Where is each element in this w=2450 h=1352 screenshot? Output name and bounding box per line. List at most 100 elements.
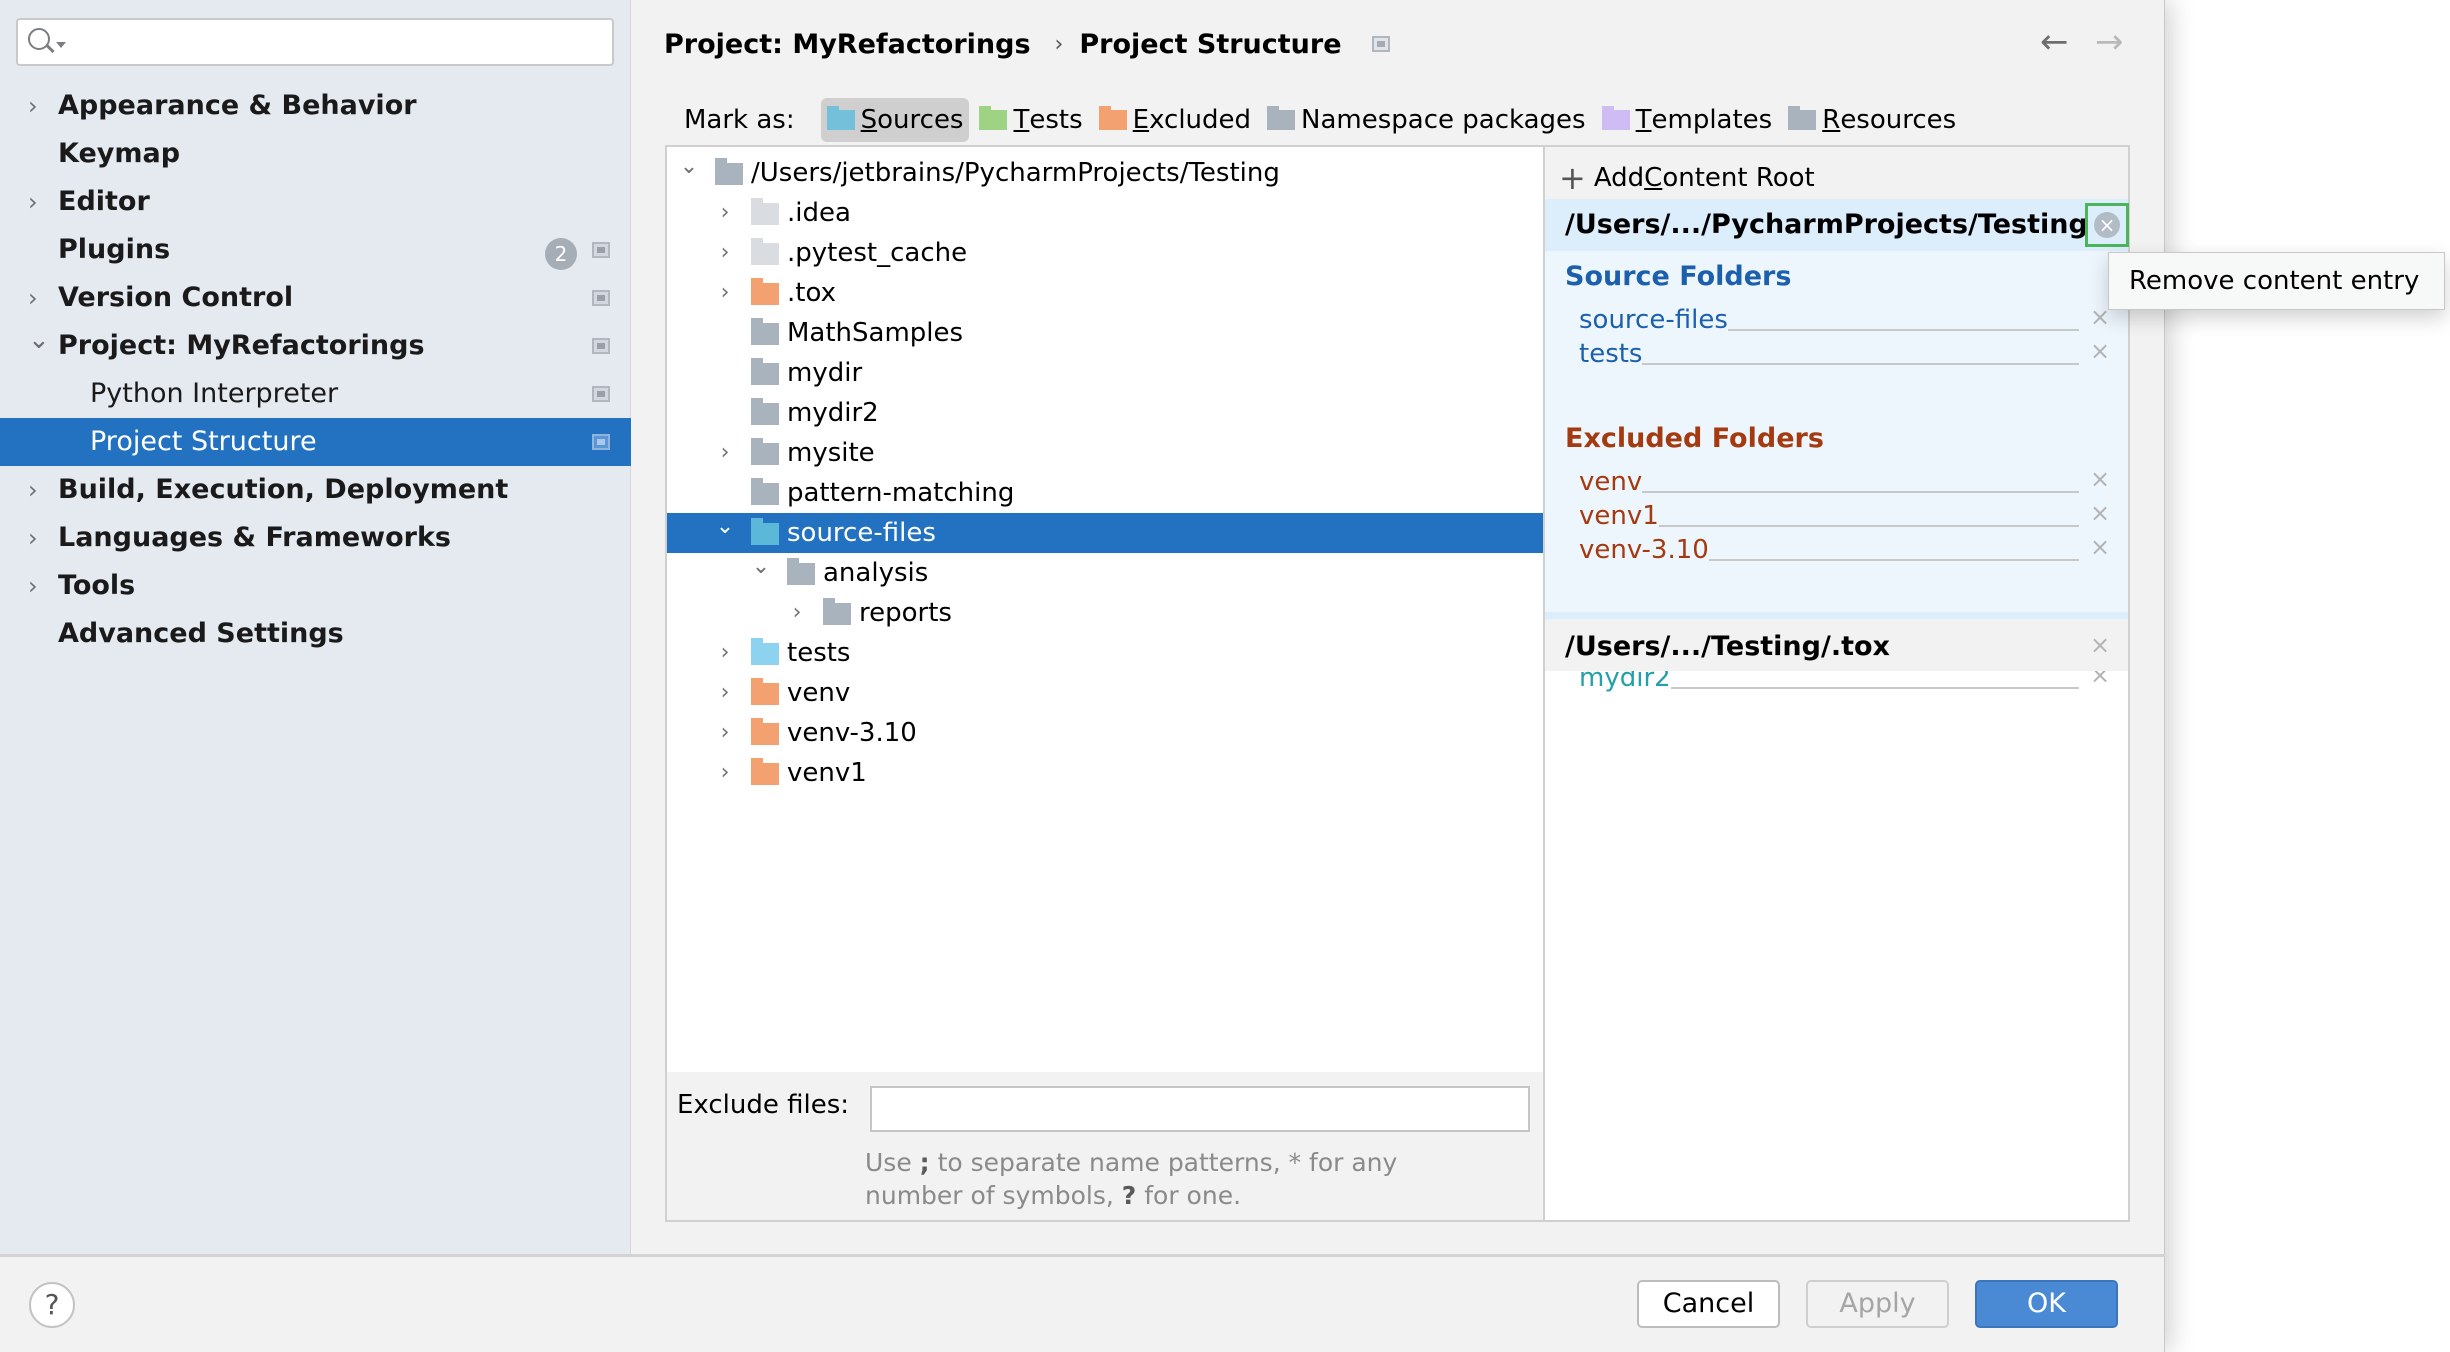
folder-entry[interactable]: tests xyxy=(1579,337,2079,371)
hint-text: Use xyxy=(865,1148,920,1177)
chevron-right-icon[interactable]: › xyxy=(715,633,735,673)
chevron-right-icon[interactable]: › xyxy=(28,82,48,130)
mark-as-button[interactable]: Resources xyxy=(1782,98,1962,142)
mark-as-button-label: emplates xyxy=(1651,105,1773,135)
back-arrow-icon[interactable]: ← xyxy=(2040,22,2069,62)
mark-as-button[interactable]: Namespace packages xyxy=(1261,98,1592,142)
exclude-files-input[interactable] xyxy=(870,1086,1530,1132)
tree-node[interactable]: › reports xyxy=(667,593,1543,633)
content-roots-panel: + Add C ontent Root /Users/.../PycharmPr… xyxy=(1545,145,2130,1222)
entry-underline xyxy=(1658,499,2079,527)
tree-node[interactable]: ⌄ analysis xyxy=(667,553,1543,593)
tree-node[interactable]: mydir2 xyxy=(667,393,1543,433)
chevron-right-icon[interactable]: › xyxy=(715,433,735,473)
tree-node[interactable]: › venv xyxy=(667,673,1543,713)
mnemonic-letter: T xyxy=(1635,105,1652,135)
folder-icon xyxy=(751,398,779,425)
folder-icon xyxy=(715,158,743,185)
tree-node[interactable]: › mysite xyxy=(667,433,1543,473)
mark-as-button[interactable]: Templates xyxy=(1596,98,1779,142)
tree-node[interactable]: › .pytest_cache xyxy=(667,233,1543,273)
tree-node[interactable]: mydir xyxy=(667,353,1543,393)
folder-icon xyxy=(826,106,855,130)
chevron-right-icon[interactable]: › xyxy=(715,233,735,273)
entry-underline xyxy=(1642,337,2079,365)
tree-node-label: tests xyxy=(787,638,851,668)
sidebar-item[interactable]: Python Interpreter xyxy=(0,370,631,418)
sidebar-item[interactable]: › Languages & Frameworks xyxy=(0,514,631,562)
sidebar-item[interactable]: Plugins 2 xyxy=(0,226,631,274)
add-content-root-button[interactable]: + Add C ontent Root xyxy=(1559,159,1815,197)
sidebar-item[interactable]: Keymap xyxy=(0,130,631,178)
remove-content-root-button[interactable]: × xyxy=(2085,203,2129,247)
apply-button[interactable]: Apply xyxy=(1806,1280,1949,1328)
remove-folder-icon[interactable]: × xyxy=(2090,465,2110,493)
mark-as-button[interactable]: Sources xyxy=(820,98,970,142)
folder-entry[interactable]: source-files xyxy=(1579,303,2079,337)
sidebar-item[interactable]: › Version Control xyxy=(0,274,631,322)
sidebar-item[interactable]: Advanced Settings xyxy=(0,610,631,658)
sidebar-item[interactable]: Project Structure xyxy=(0,418,631,466)
chevron-right-icon[interactable]: › xyxy=(715,713,735,753)
folder-entry[interactable]: venv-3.10 xyxy=(1579,533,2079,567)
mnemonic-letter: R xyxy=(1822,105,1841,135)
tree-node[interactable]: ⌄/Users/jetbrains/PycharmProjects/Testin… xyxy=(667,153,1543,193)
mark-as-button-label: Namespace packages xyxy=(1301,105,1586,135)
chevron-down-icon[interactable]: ⌄ xyxy=(715,507,735,547)
search-history-dropdown-icon[interactable] xyxy=(56,42,66,48)
chevron-right-icon[interactable]: › xyxy=(715,673,735,713)
tree-node[interactable]: › venv-3.10 xyxy=(667,713,1543,753)
folder-icon xyxy=(787,558,815,585)
tree-node[interactable]: ⌄ source-files xyxy=(667,513,1543,553)
sidebar-item[interactable]: › Appearance & Behavior xyxy=(0,82,631,130)
settings-search-field[interactable] xyxy=(16,18,614,66)
breadcrumb-parent[interactable]: Project: MyRefactorings xyxy=(664,29,1031,60)
sidebar-item[interactable]: ⌄ Project: MyRefactorings xyxy=(0,322,631,370)
mark-as-button-label: esources xyxy=(1840,105,1957,135)
chevron-right-icon[interactable]: › xyxy=(28,466,48,514)
cancel-button[interactable]: Cancel xyxy=(1637,1280,1780,1328)
root-divider xyxy=(1545,612,2128,619)
chevron-right-icon[interactable]: › xyxy=(787,593,807,633)
ok-button[interactable]: OK xyxy=(1975,1280,2118,1328)
chevron-right-icon[interactable]: › xyxy=(715,753,735,793)
chevron-right-icon[interactable]: › xyxy=(715,193,735,233)
add-root-label-post: ontent Root xyxy=(1662,163,1815,193)
sidebar-item[interactable]: › Editor xyxy=(0,178,631,226)
remove-content-entry-tooltip: Remove content entry xyxy=(2108,252,2445,310)
remove-folder-icon[interactable]: × xyxy=(2090,499,2110,527)
folder-entry-label: venv1 xyxy=(1579,501,1659,531)
chevron-down-icon[interactable]: ⌄ xyxy=(28,316,50,364)
remove-folder-icon[interactable]: × xyxy=(2090,533,2110,561)
folder-icon xyxy=(751,478,779,505)
tree-node[interactable]: › tests xyxy=(667,633,1543,673)
chevron-down-icon[interactable]: ⌄ xyxy=(679,147,699,187)
chevron-down-icon[interactable]: ⌄ xyxy=(751,547,771,587)
sidebar-item[interactable]: › Tools xyxy=(0,562,631,610)
mark-as-button[interactable]: Excluded xyxy=(1093,98,1257,142)
add-root-label-pre: Add xyxy=(1593,163,1645,193)
mark-as-button[interactable]: Tests xyxy=(973,98,1088,142)
chevron-right-icon[interactable]: › xyxy=(28,562,48,610)
content-root-path: /Users/.../Testing/.tox xyxy=(1565,631,1890,662)
content-root-entry-tox[interactable]: /Users/.../Testing/.tox × xyxy=(1545,619,2128,671)
chevron-right-icon[interactable]: › xyxy=(28,178,48,226)
tree-node[interactable]: pattern-matching xyxy=(667,473,1543,513)
remove-content-root-icon[interactable]: × xyxy=(2090,631,2110,659)
chevron-right-icon[interactable]: › xyxy=(28,514,48,562)
tree-node[interactable]: › venv1 xyxy=(667,753,1543,793)
hint-text: for one. xyxy=(1136,1181,1242,1210)
tree-node[interactable]: › .tox xyxy=(667,273,1543,313)
forward-arrow-icon[interactable]: → xyxy=(2095,22,2124,62)
remove-folder-icon[interactable]: × xyxy=(2090,337,2110,365)
chevron-right-icon[interactable]: › xyxy=(715,273,735,313)
sidebar-item[interactable]: › Build, Execution, Deployment xyxy=(0,466,631,514)
tree-node[interactable]: MathSamples xyxy=(667,313,1543,353)
project-tree-panel: ⌄ /Users/jetbrains/PycharmProjects/Testin… xyxy=(665,145,1545,1222)
tree-node[interactable]: › .idea xyxy=(667,193,1543,233)
folder-entry[interactable]: venv1 xyxy=(1579,499,2079,533)
folder-entry[interactable]: venv xyxy=(1579,465,2079,499)
folder-entry-label: venv xyxy=(1579,467,1643,497)
chevron-right-icon[interactable]: › xyxy=(28,274,48,322)
help-button[interactable]: ? xyxy=(29,1282,75,1328)
